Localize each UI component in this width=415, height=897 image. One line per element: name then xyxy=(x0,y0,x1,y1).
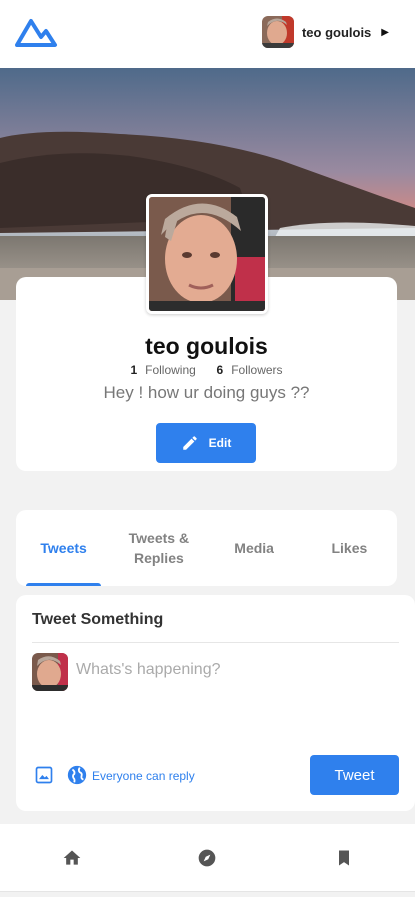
pencil-icon xyxy=(182,436,197,450)
app-logo-icon[interactable] xyxy=(14,16,58,48)
caret-right-icon: ▶ xyxy=(381,26,389,38)
avatar xyxy=(261,16,294,48)
profile-tabs: Tweets Tweets & Replies Media Likes xyxy=(16,510,397,586)
profile-avatar[interactable] xyxy=(146,194,268,314)
edit-label: Edit xyxy=(208,436,232,450)
following-label: Following xyxy=(145,363,196,377)
home-icon[interactable] xyxy=(62,848,82,868)
tweet-composer: Tweet Something Everyone can reply Tweet xyxy=(16,595,415,811)
image-icon[interactable] xyxy=(34,765,54,785)
globe-icon[interactable] xyxy=(66,764,88,786)
follow-stats: 1 Following 6 Followers xyxy=(16,363,397,377)
tab-tweets-replies[interactable]: Tweets & Replies xyxy=(111,510,206,586)
tab-media[interactable]: Media xyxy=(207,510,302,586)
bookmark-icon[interactable] xyxy=(334,848,354,868)
followers-stat[interactable]: 6 Followers xyxy=(217,363,283,377)
tab-likes[interactable]: Likes xyxy=(302,510,397,586)
divider xyxy=(32,642,399,643)
followers-count: 6 xyxy=(216,363,224,377)
explore-icon[interactable] xyxy=(197,848,217,868)
avatar xyxy=(32,653,68,691)
bottom-nav xyxy=(0,824,415,892)
top-header: teo goulois ▶ xyxy=(0,0,415,68)
user-menu[interactable]: teo goulois ▶ xyxy=(261,16,389,48)
tab-tweets[interactable]: Tweets xyxy=(16,510,111,586)
following-stat[interactable]: 1 Following xyxy=(130,363,195,377)
edit-profile-button[interactable]: Edit xyxy=(156,423,256,463)
tweet-input[interactable] xyxy=(76,661,376,679)
tweet-button[interactable]: Tweet xyxy=(310,755,399,795)
user-name: teo goulois xyxy=(301,24,372,40)
reply-setting[interactable]: Everyone can reply xyxy=(92,769,195,783)
profile-bio: Hey ! how ur doing guys ?? xyxy=(103,383,310,402)
profile-name: teo goulois xyxy=(145,333,268,359)
following-count: 1 xyxy=(130,363,138,377)
composer-title: Tweet Something xyxy=(32,611,164,628)
followers-label: Followers xyxy=(231,363,283,377)
